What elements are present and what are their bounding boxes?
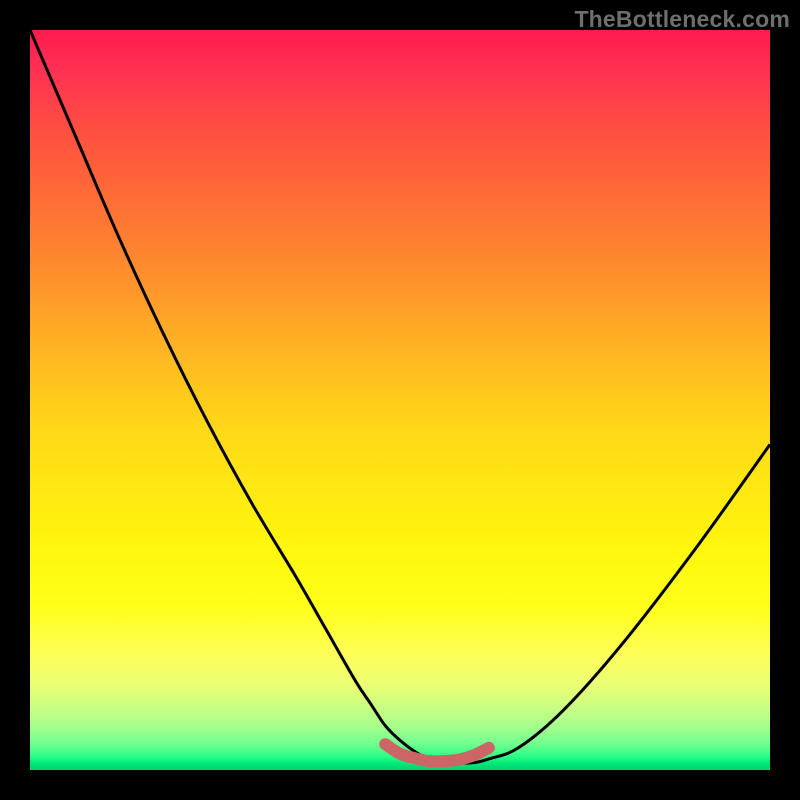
bottleneck-curve bbox=[30, 30, 770, 763]
chart-container: TheBottleneck.com bbox=[0, 0, 800, 800]
plot-area bbox=[30, 30, 770, 770]
highlight-band bbox=[385, 744, 489, 761]
watermark-text: TheBottleneck.com bbox=[574, 6, 790, 33]
curve-overlay bbox=[30, 30, 770, 770]
